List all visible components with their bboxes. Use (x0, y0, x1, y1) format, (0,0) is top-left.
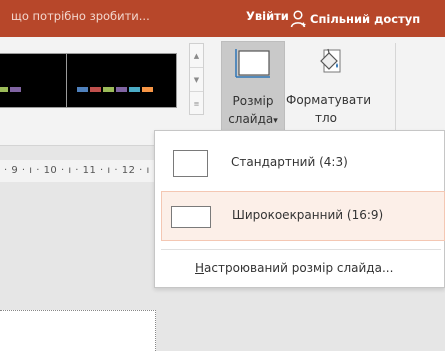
gallery-more-icon[interactable]: ≡ (190, 92, 203, 115)
chevron-up-icon[interactable]: ▲ (190, 44, 203, 68)
gallery-scroller[interactable]: ▲ ▼ ≡ (189, 43, 204, 115)
ruler-ticks: · 9 · ı · 10 · ı · 11 · ı · 12 · ı (4, 165, 150, 176)
theme-variant-2[interactable] (66, 53, 177, 108)
person-icon (290, 9, 306, 27)
slide-size-icon (235, 49, 270, 78)
share-button[interactable]: Спільний доступ (282, 0, 445, 37)
paint-bucket-icon (320, 48, 341, 73)
menu-item-standard-4-3[interactable]: Стандартний (4:3) (161, 139, 445, 189)
slide-size-label-1: Розмір (232, 94, 274, 108)
slide-size-button[interactable]: Розмір слайда▾ (221, 41, 285, 139)
color-swatches (77, 87, 153, 93)
menu-item-label: Стандартний (4:3) (231, 155, 348, 169)
horizontal-ruler: · 9 · ı · 10 · ı · 11 · ı · 12 · ı (0, 160, 160, 182)
slide-size-menu: Стандартний (4:3) Широкоекранний (16:9) … (154, 130, 445, 288)
ribbon-divider (395, 43, 396, 133)
access-key: Н (195, 261, 205, 275)
aspect-16-9-icon (171, 206, 211, 228)
title-bar: що потрібно зробити... Увійти Спільний д… (0, 0, 445, 37)
share-label: Спільний доступ (310, 11, 421, 26)
tell-me-search[interactable]: що потрібно зробити... (11, 9, 150, 23)
slide-placeholder-frame[interactable] (0, 310, 156, 351)
menu-divider (161, 249, 441, 250)
dropdown-arrow-icon: ▾ (273, 116, 278, 126)
menu-item-custom-size[interactable]: Настроюваний розмір слайда... (195, 261, 393, 275)
format-background-button[interactable]: Форматувати тло (286, 41, 372, 139)
chevron-down-icon[interactable]: ▼ (190, 68, 203, 92)
format-background-label-1: Форматувати (286, 93, 372, 107)
slide-size-label-2: слайда▾ (228, 112, 278, 126)
menu-item-label: Широкоекранний (16:9) (232, 208, 384, 222)
menu-item-widescreen-16-9[interactable]: Широкоекранний (16:9) (161, 191, 445, 241)
aspect-4-3-icon (173, 150, 208, 177)
format-background-label-2: тло (314, 111, 337, 125)
